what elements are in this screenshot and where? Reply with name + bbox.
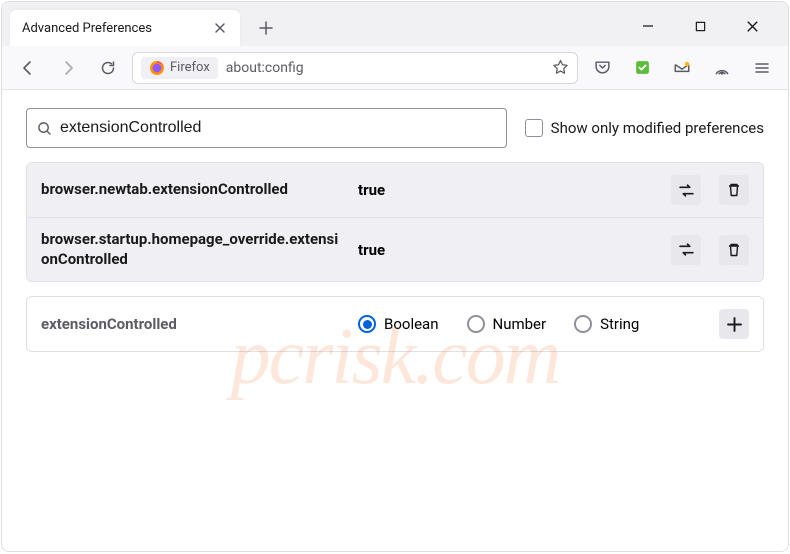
modified-only-option[interactable]: Show only modified preferences	[525, 119, 764, 137]
reload-button[interactable]	[92, 52, 124, 84]
bookmark-star-icon[interactable]	[552, 59, 569, 76]
extensions-icon[interactable]	[706, 52, 738, 84]
address-bar[interactable]: Firefox about:config	[132, 52, 578, 84]
search-row: Show only modified preferences	[26, 108, 764, 148]
pref-row: browser.startup.homepage_override.extens…	[27, 218, 763, 281]
radio-label: Number	[493, 315, 547, 333]
checkbox-label: Show only modified preferences	[551, 119, 764, 137]
delete-button[interactable]	[719, 175, 749, 205]
maximize-button[interactable]	[688, 14, 712, 38]
type-radio-group: Boolean Number String	[358, 315, 707, 333]
radio-label: Boolean	[384, 315, 439, 333]
pref-value: true	[358, 241, 659, 259]
browser-tab[interactable]: Advanced Preferences	[10, 10, 240, 46]
pref-row: browser.newtab.extensionControlled true	[27, 163, 763, 218]
url-text: about:config	[226, 60, 544, 76]
search-icon	[37, 121, 52, 136]
radio-icon	[467, 315, 485, 333]
menu-icon[interactable]	[746, 52, 778, 84]
new-tab-button[interactable]	[250, 12, 282, 44]
minimize-button[interactable]	[636, 14, 660, 38]
window-controls	[636, 14, 780, 46]
checkbox-icon[interactable]	[525, 119, 543, 137]
close-window-button[interactable]	[740, 14, 764, 38]
search-box[interactable]	[26, 108, 507, 148]
toggle-button[interactable]	[671, 175, 701, 205]
close-tab-icon[interactable]	[212, 20, 228, 36]
new-pref-name: extensionControlled	[41, 315, 346, 333]
extension-icon[interactable]	[626, 52, 658, 84]
radio-icon	[574, 315, 592, 333]
tab-bar: Advanced Preferences	[2, 2, 788, 46]
radio-string[interactable]: String	[574, 315, 639, 333]
add-pref-button[interactable]	[719, 309, 749, 339]
nav-toolbar: Firefox about:config	[2, 46, 788, 90]
new-pref-row: extensionControlled Boolean Number Strin…	[26, 296, 764, 352]
toggle-button[interactable]	[671, 235, 701, 265]
firefox-icon	[149, 60, 165, 76]
tab-title: Advanced Preferences	[22, 21, 202, 36]
forward-button[interactable]	[52, 52, 84, 84]
pref-name: browser.newtab.extensionControlled	[41, 180, 346, 200]
identity-label: Firefox	[170, 60, 210, 75]
delete-button[interactable]	[719, 235, 749, 265]
pref-actions	[671, 235, 749, 265]
radio-number[interactable]: Number	[467, 315, 547, 333]
account-icon[interactable]	[666, 52, 698, 84]
radio-icon	[358, 315, 376, 333]
pref-actions	[671, 175, 749, 205]
radio-boolean[interactable]: Boolean	[358, 315, 439, 333]
config-content: pcrisk.com Show only modified preference…	[2, 90, 788, 551]
search-input[interactable]	[60, 119, 496, 137]
pref-value: true	[358, 181, 659, 199]
radio-label: String	[600, 315, 639, 333]
pref-name: browser.startup.homepage_override.extens…	[41, 230, 346, 269]
browser-window: Advanced Preferences	[1, 1, 789, 552]
pocket-icon[interactable]	[586, 52, 618, 84]
pref-table: browser.newtab.extensionControlled true …	[26, 162, 764, 282]
identity-box[interactable]: Firefox	[141, 57, 218, 79]
back-button[interactable]	[12, 52, 44, 84]
